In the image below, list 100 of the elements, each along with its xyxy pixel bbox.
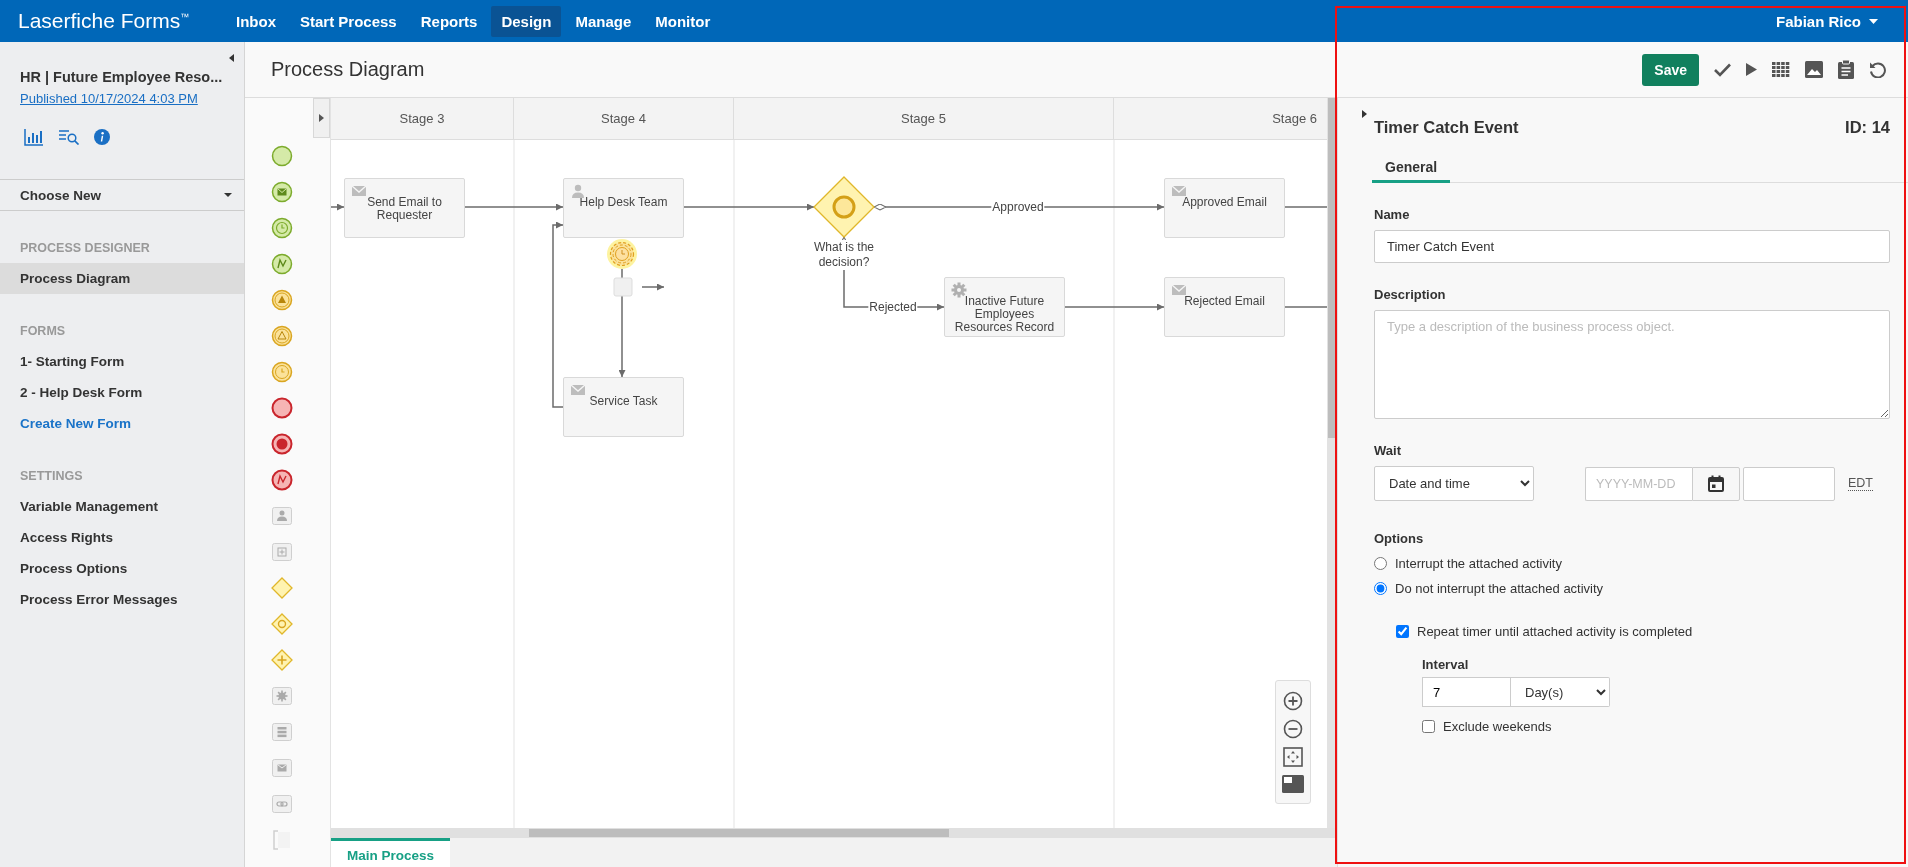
vertical-scrollbar[interactable]: [1327, 98, 1337, 828]
grid-icon[interactable]: [1772, 62, 1790, 77]
envelope-icon: [1171, 282, 1187, 298]
marker-square: [613, 277, 633, 297]
task-node[interactable]: Help Desk Team: [563, 178, 684, 238]
zoom-in-icon[interactable]: [1283, 691, 1303, 711]
clipboard-icon[interactable]: [1838, 60, 1854, 79]
play-icon[interactable]: [1746, 63, 1757, 76]
app-logo: Laserfiche Forms$^{™}$: [18, 9, 191, 33]
zoom-out-icon[interactable]: [1283, 719, 1303, 739]
task-node[interactable]: Rejected Email: [1164, 277, 1285, 337]
checkmark-icon[interactable]: [1714, 62, 1731, 77]
field-label: Interval: [1422, 657, 1470, 672]
list-icon[interactable]: [270, 721, 293, 743]
envelope-icon[interactable]: [270, 757, 293, 779]
create-link[interactable]: Create New Form: [0, 408, 244, 439]
envelope-circle-icon[interactable]: [270, 181, 293, 203]
minimap-icon[interactable]: [1282, 775, 1304, 793]
caret-icon[interactable]: [1362, 110, 1367, 118]
section-heading: PROCESS DESIGNER: [20, 241, 151, 255]
user-name[interactable]: Fabian Rico: [1776, 12, 1861, 30]
option-label: Interrupt the attached activity: [1395, 556, 1562, 571]
flow-line: [1284, 306, 1327, 308]
save-button[interactable]: Save: [1642, 53, 1699, 86]
sidebar-item[interactable]: 2 - Help Desk Form: [0, 377, 244, 408]
circle-icon[interactable]: [270, 145, 293, 167]
list-search-icon[interactable]: [58, 129, 80, 145]
nav-item[interactable]: Design: [491, 5, 562, 37]
interval-unit-select[interactable]: Day(s): [1511, 677, 1610, 707]
flow-arrow: [331, 203, 345, 211]
caret-icon[interactable]: [1869, 18, 1878, 24]
nav-item[interactable]: Monitor: [645, 5, 721, 37]
filled-circle-icon[interactable]: [270, 433, 293, 455]
flow-label: Rejected: [868, 300, 918, 314]
name-field[interactable]: Timer Catch Event: [1374, 230, 1890, 263]
page-title: Process Diagram: [271, 58, 425, 81]
element-id: ID: 14: [1845, 118, 1890, 137]
choose-new-dropdown[interactable]: Choose New: [0, 179, 244, 211]
task-node[interactable]: Approved Email: [1164, 178, 1285, 238]
option-label: Repeat timer until attached activity is completed: [1417, 624, 1693, 639]
stage-header: Stage 4: [514, 98, 734, 139]
task-label: Rejected Email: [1184, 295, 1265, 308]
checkbox[interactable]: [1422, 720, 1435, 733]
triangle-outline-circle-icon[interactable]: [270, 325, 293, 347]
flow-arrow: [641, 283, 665, 291]
calendar-button[interactable]: [1692, 466, 1740, 501]
sidebar-item[interactable]: 1- Starting Form: [0, 346, 244, 377]
field-label: Name: [1374, 207, 1411, 222]
task-label: Service Task: [589, 395, 658, 408]
task-node[interactable]: Service Task: [563, 377, 684, 437]
circle-icon[interactable]: [270, 397, 293, 419]
image-icon[interactable]: [1805, 61, 1823, 78]
radio-button[interactable]: [1374, 582, 1387, 595]
zigzag-circle-icon[interactable]: [270, 469, 293, 491]
caret-icon: [224, 193, 232, 197]
nav-item[interactable]: Inbox: [226, 5, 286, 37]
undo-icon[interactable]: [1869, 61, 1886, 78]
gateway-diamond[interactable]: [813, 176, 875, 238]
nav-item[interactable]: Reports: [410, 5, 488, 37]
published-link[interactable]: Published 10/17/2024 4:03 PM: [20, 91, 244, 106]
sidebar-item[interactable]: Access Rights: [0, 522, 244, 553]
sidebar-item[interactable]: Process Error Messages: [0, 584, 244, 615]
wait-type-select[interactable]: Date and time: [1374, 466, 1534, 501]
nav-item[interactable]: Manage: [565, 5, 642, 37]
interval-field[interactable]: 7: [1422, 677, 1511, 707]
clock-circle-icon[interactable]: [270, 361, 293, 383]
timezone-label[interactable]: EDT: [1848, 476, 1873, 491]
field-label: Wait: [1374, 443, 1402, 458]
panel-tab[interactable]: General: [1372, 153, 1451, 183]
sidebar-item[interactable]: Variable Management: [0, 491, 244, 522]
horizontal-scrollbar[interactable]: [331, 828, 1337, 838]
stage-header: Stage 5: [734, 98, 1114, 139]
info-icon[interactable]: [94, 129, 110, 145]
sidebar-item[interactable]: Process Options: [0, 553, 244, 584]
gear-icon: [951, 282, 967, 298]
person-icon[interactable]: [270, 505, 293, 527]
task-node[interactable]: Send Email to Requester: [344, 178, 465, 238]
time-field[interactable]: [1743, 466, 1835, 501]
radio-button[interactable]: [1374, 557, 1387, 570]
clock-circle-icon[interactable]: [270, 217, 293, 239]
caret-icon[interactable]: [229, 54, 234, 62]
nav-item[interactable]: Start Process: [290, 5, 407, 37]
envelope-icon: [1171, 183, 1187, 199]
task-node[interactable]: Inactive Future Employees Resources Record: [944, 277, 1065, 337]
task-label: Approved Email: [1182, 196, 1267, 209]
fit-screen-icon[interactable]: [1283, 747, 1303, 767]
description-field[interactable]: Type a description of the business process object.: [1374, 310, 1890, 419]
sidebar-item[interactable]: Process Diagram: [0, 263, 244, 294]
triangle-circle-icon[interactable]: [270, 289, 293, 311]
stage-header: Stage 3: [331, 98, 514, 139]
stage-header: Stage 6: [1271, 110, 1318, 128]
bar-chart-icon[interactable]: [24, 128, 44, 146]
task-label: Inactive Future Employees Resources Record: [953, 295, 1056, 334]
zigzag-circle-icon[interactable]: [270, 253, 293, 275]
lane-toggle-button[interactable]: [313, 98, 330, 138]
date-field[interactable]: YYYY-MM-DD: [1585, 466, 1692, 501]
timer-event-icon[interactable]: [607, 239, 637, 269]
checkbox[interactable]: [1396, 625, 1409, 638]
process-title: HR | Future Employee Reso...: [20, 69, 224, 85]
gear-icon[interactable]: [270, 685, 293, 707]
